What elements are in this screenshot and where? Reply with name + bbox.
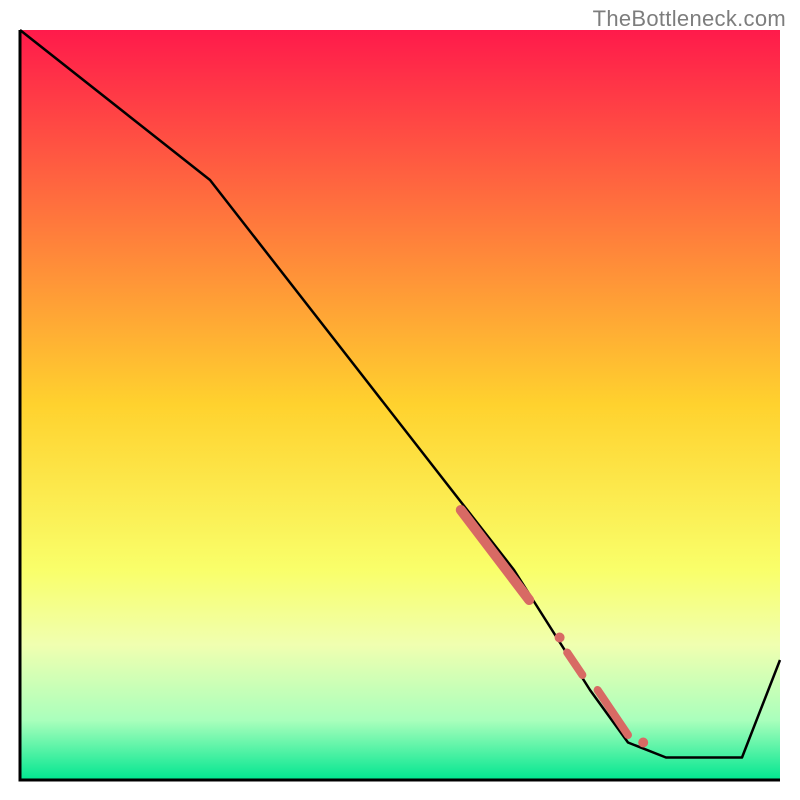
highlight-dot bbox=[555, 633, 565, 643]
gradient-background bbox=[20, 30, 780, 780]
chart-container: TheBottleneck.com bbox=[0, 0, 800, 800]
watermark-text: TheBottleneck.com bbox=[593, 6, 786, 32]
bottleneck-chart bbox=[0, 0, 800, 800]
highlight-dot bbox=[638, 738, 648, 748]
